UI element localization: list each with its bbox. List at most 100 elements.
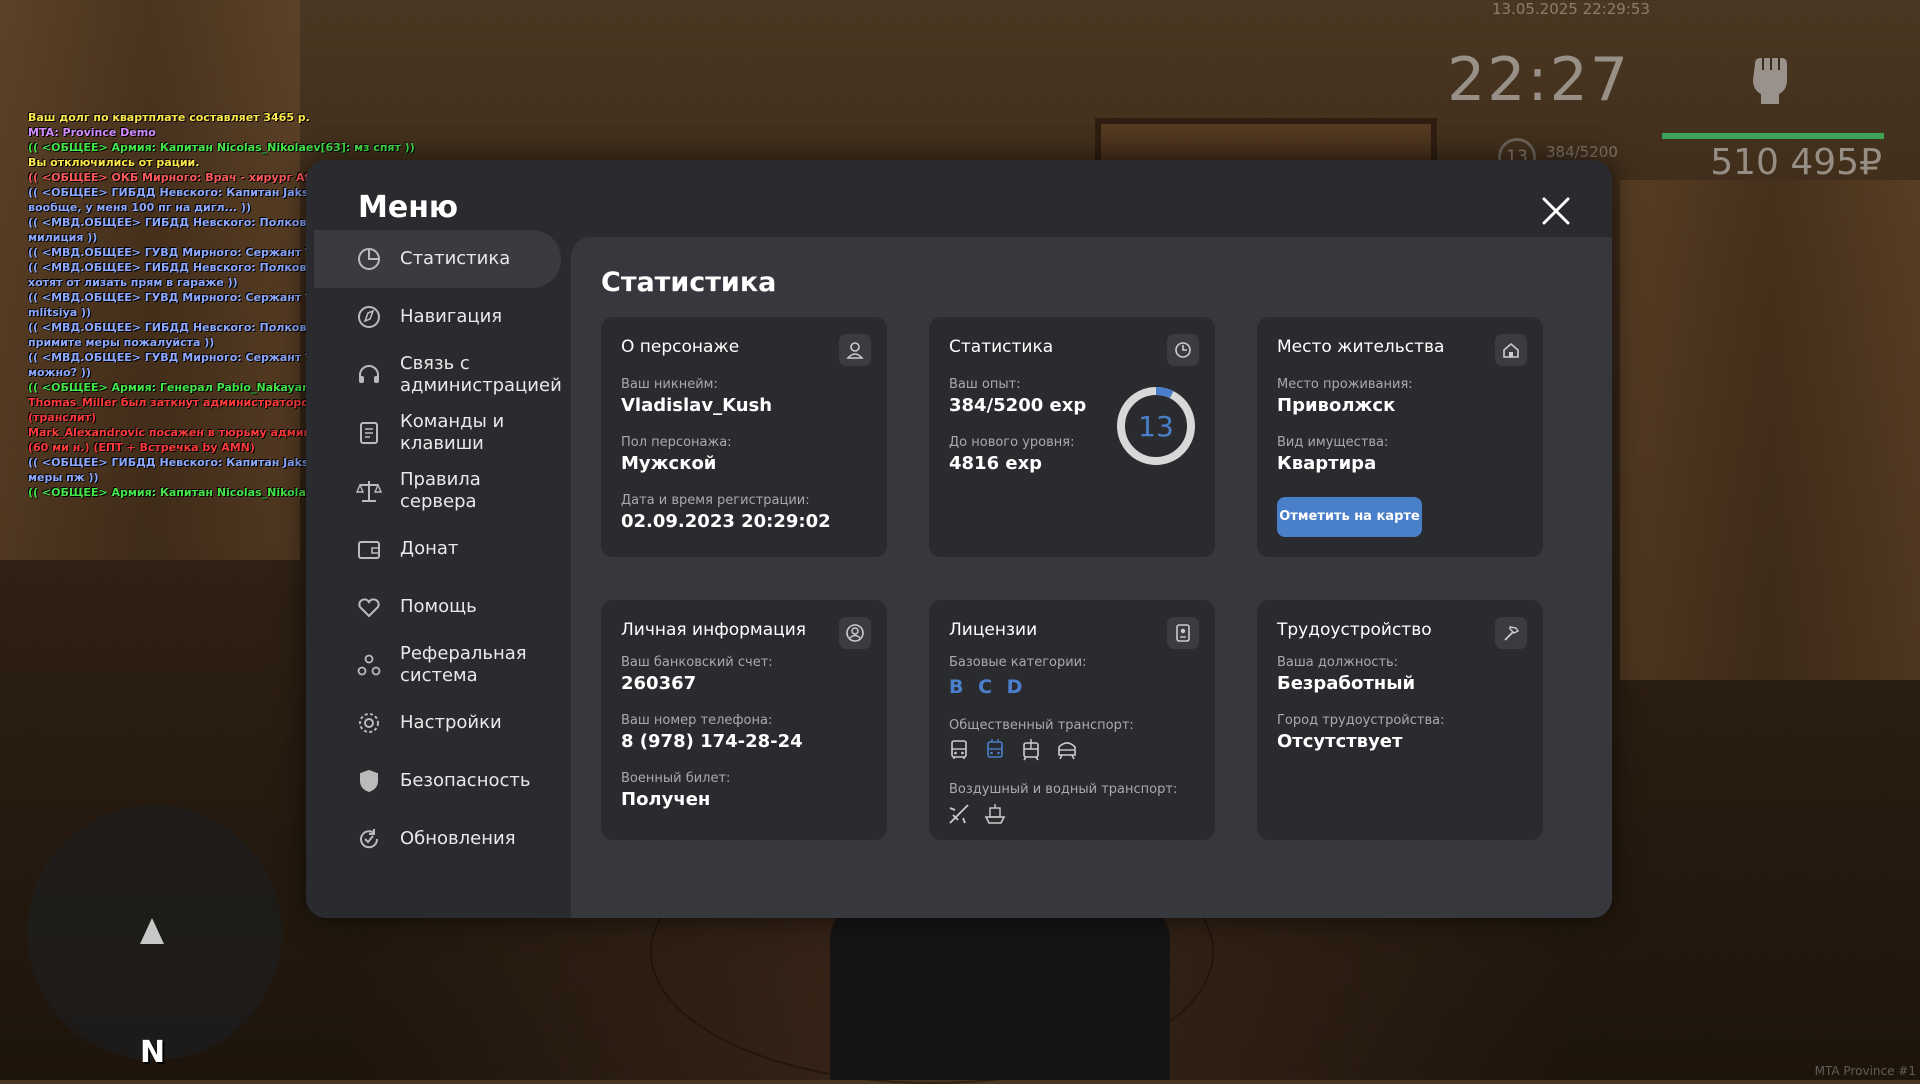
card-icon-box bbox=[1167, 334, 1199, 366]
trolleybus-icon bbox=[987, 739, 1003, 758]
job-city-label: Город трудоустройства: bbox=[1277, 713, 1445, 728]
nav-label: Правила сервера bbox=[400, 469, 481, 512]
card-personal-info: Личная информация Ваш банковский счет: 2… bbox=[601, 600, 887, 840]
hud-clock: 22:27 bbox=[1447, 45, 1630, 115]
nav-item-security[interactable]: Безопасность bbox=[314, 752, 561, 810]
tram-icon bbox=[1023, 739, 1039, 761]
metro-icon bbox=[1058, 742, 1076, 760]
nav-label: Статистика bbox=[400, 248, 511, 269]
bank-value: 260367 bbox=[621, 673, 697, 694]
nav-item-settings[interactable]: Настройки bbox=[314, 694, 561, 752]
place-value: Приволжск bbox=[1277, 395, 1396, 416]
hud-datetime: 13.05.2025 22:29:53 bbox=[1491, 0, 1650, 18]
player-character bbox=[830, 900, 1170, 1080]
property-type-label: Вид имущества: bbox=[1277, 435, 1389, 450]
card-icon-box bbox=[839, 617, 871, 649]
phone-label: Ваш номер телефона: bbox=[621, 713, 773, 728]
next-level-label: До нового уровня: bbox=[949, 435, 1075, 450]
card-icon-box bbox=[1495, 334, 1527, 366]
nav-label: Настройки bbox=[400, 712, 502, 733]
card-title: Место жительства bbox=[1277, 337, 1445, 357]
nav-item-rules[interactable]: Правила сервера bbox=[314, 462, 561, 520]
nav-item-statistics[interactable]: Статистика bbox=[314, 230, 561, 288]
card-title: Трудоустройство bbox=[1277, 620, 1432, 640]
nav-label: Команды и клавиши bbox=[400, 411, 505, 454]
nav-item-donate[interactable]: Донат bbox=[314, 520, 561, 578]
scales-icon bbox=[356, 481, 382, 502]
hud-health-bar-fill bbox=[1662, 133, 1884, 139]
keyboard-icon bbox=[360, 422, 378, 444]
position-label: Ваша должность: bbox=[1277, 655, 1399, 670]
reg-label: Дата и время регистрации: bbox=[621, 493, 810, 508]
server-watermark: MTA Province #1 bbox=[1814, 1064, 1916, 1078]
card-residence: Место жительства Место проживания: Приво… bbox=[1257, 317, 1543, 557]
menu-sidebar: Статистика Навигация Связь с администрац… bbox=[306, 230, 571, 918]
card-title: Статистика bbox=[949, 337, 1054, 357]
shield-icon bbox=[360, 769, 378, 793]
nick-label: Ваш никнейм: bbox=[621, 377, 718, 392]
level-number: 13 bbox=[1138, 410, 1174, 443]
id-card-icon bbox=[1176, 624, 1190, 642]
nav-label: Реферальная система bbox=[400, 643, 527, 686]
military-label: Военный билет: bbox=[621, 771, 731, 786]
close-icon[interactable] bbox=[1538, 193, 1574, 229]
gender-value: Мужской bbox=[621, 453, 717, 474]
base-categories-label: Базовые категории: bbox=[949, 655, 1087, 670]
job-city-value: Отсутствует bbox=[1277, 731, 1403, 752]
refresh-icon bbox=[360, 829, 379, 849]
position-value: Безработный bbox=[1277, 673, 1416, 694]
referral-icon bbox=[357, 654, 381, 676]
card-employment: Трудоустройство Ваша должность: Безработ… bbox=[1257, 600, 1543, 840]
card-character: О персонаже Ваш никнейм: Vladislav_Kush … bbox=[601, 317, 887, 557]
chat-line: Ваш долг по квартплате составляет 3465 р… bbox=[28, 111, 310, 124]
chat-line: (( <ОБЩЕЕ> Армия: Капитан Nicolas_Nikola… bbox=[28, 141, 415, 154]
wallet-icon bbox=[358, 541, 380, 559]
hud-health-bar bbox=[1662, 133, 1884, 139]
property-type-value: Квартира bbox=[1277, 453, 1377, 474]
nav-item-navigation[interactable]: Навигация bbox=[314, 288, 561, 346]
bank-label: Ваш банковский счет: bbox=[621, 655, 773, 670]
boat-icon bbox=[984, 804, 1006, 824]
base-categories-value: B C D bbox=[949, 676, 1027, 698]
air-water-transport-label: Воздушный и водный транспорт: bbox=[949, 782, 1178, 797]
user-icon bbox=[846, 342, 864, 359]
card-title: Личная информация bbox=[621, 620, 807, 640]
nav-label: Помощь bbox=[400, 596, 477, 617]
house-icon bbox=[1503, 342, 1519, 358]
phone-value: 8 (978) 174-28-24 bbox=[621, 731, 803, 752]
nav-label: Безопасность bbox=[400, 770, 531, 791]
exp-value: 384/5200 exp bbox=[949, 395, 1087, 416]
gear-icon bbox=[359, 713, 379, 733]
nav-label: Обновления bbox=[400, 828, 516, 849]
user-circle-icon bbox=[846, 624, 864, 642]
nick-value: Vladislav_Kush bbox=[621, 395, 773, 416]
menu-window: Меню Статистика Навигация Связь с админи… bbox=[306, 160, 1612, 918]
military-value: Получен bbox=[621, 789, 711, 810]
card-licenses: Лицензии Базовые категории: B C D Общест… bbox=[929, 600, 1215, 840]
clock-icon bbox=[1175, 342, 1191, 358]
hud-exp: 384/5200 bbox=[1546, 143, 1618, 161]
mark-on-map-button[interactable]: Отметить на карте bbox=[1277, 497, 1422, 537]
nav-label: Связь с администрацией bbox=[400, 353, 562, 396]
hammer-icon bbox=[1504, 626, 1520, 641]
nav-item-help[interactable]: Помощь bbox=[314, 578, 561, 636]
stats-content: Статистика О персонаже Ваш никнейм: Vlad… bbox=[571, 237, 1612, 918]
nav-item-commands[interactable]: Команды и клавиши bbox=[314, 404, 561, 462]
compass-icon bbox=[358, 306, 380, 328]
plane-icon bbox=[949, 804, 969, 824]
nav-item-referral[interactable]: Реферальная система bbox=[314, 636, 561, 694]
bus-icon bbox=[951, 740, 967, 759]
nav-label: Навигация bbox=[400, 306, 503, 327]
wall-panel-right bbox=[1620, 180, 1920, 680]
nav-item-updates[interactable]: Обновления bbox=[314, 810, 561, 868]
nav-item-admin-contact[interactable]: Связь с администрацией bbox=[314, 346, 562, 404]
place-label: Место проживания: bbox=[1277, 377, 1413, 392]
next-level-value: 4816 exp bbox=[949, 453, 1043, 474]
player-arrow-icon bbox=[140, 918, 164, 944]
card-title: Лицензии bbox=[949, 620, 1038, 640]
card-icon-box bbox=[1495, 617, 1527, 649]
headset-icon bbox=[359, 365, 379, 383]
chart-icon bbox=[358, 248, 380, 270]
handshake-icon bbox=[358, 598, 380, 618]
level-ring: 13 bbox=[1117, 387, 1195, 465]
